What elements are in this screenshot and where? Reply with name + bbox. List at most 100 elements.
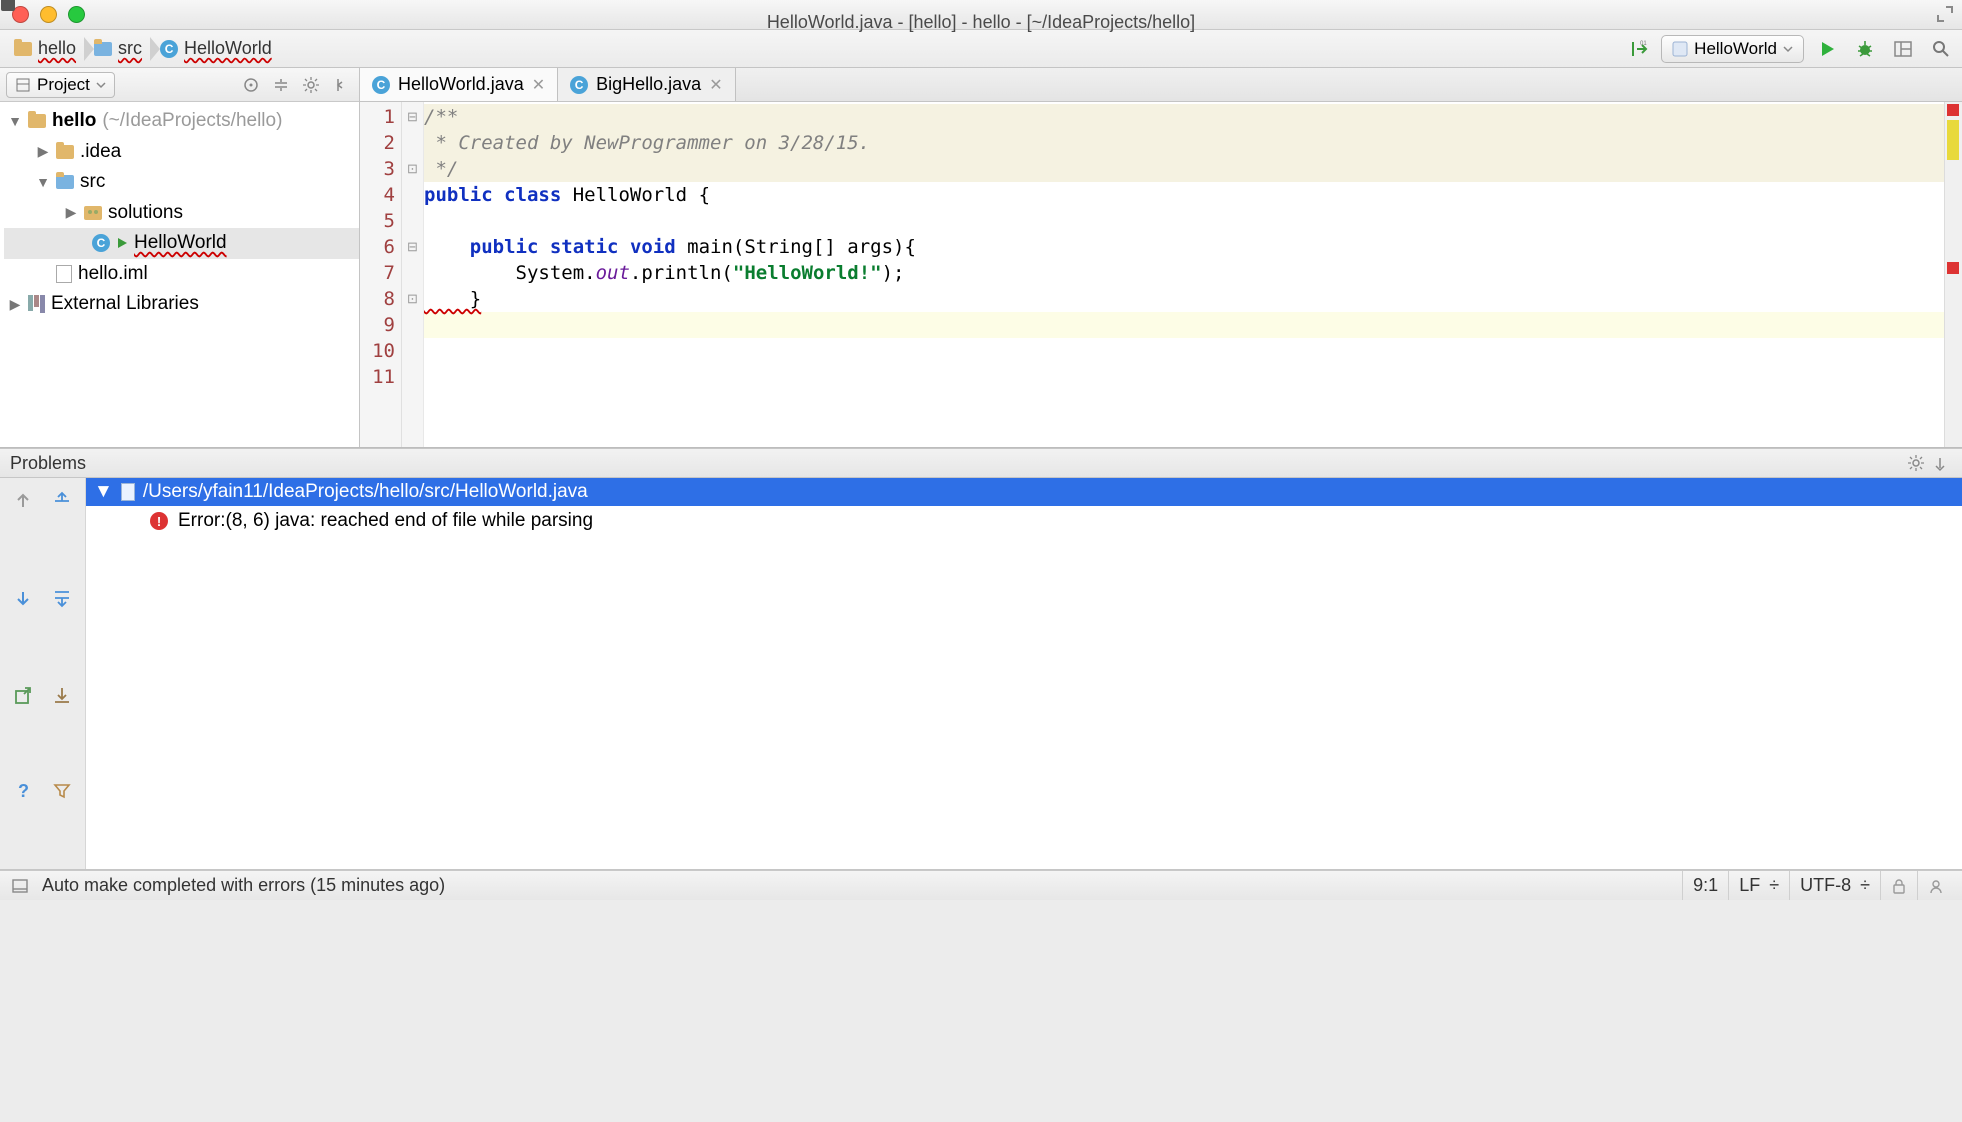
error-icon: ! xyxy=(150,512,168,530)
expand-icon[interactable]: ▶ xyxy=(64,202,78,223)
tree-iml-file[interactable]: ▶ hello.iml xyxy=(4,259,359,290)
window-title: HelloWorld.java - [hello] - hello - [~/I… xyxy=(0,0,1962,33)
help-button[interactable]: ? xyxy=(8,776,38,806)
collapse-down-button[interactable] xyxy=(47,583,77,613)
title-bar: HelloWorld.java - [hello] - hello - [~/I… xyxy=(0,0,1962,30)
close-window-button[interactable] xyxy=(12,6,29,23)
tree-idea-dir[interactable]: ▶ .idea xyxy=(4,137,359,168)
problems-toolbar: ? xyxy=(0,478,86,869)
chevron-down-icon xyxy=(1783,44,1793,54)
problems-error-row[interactable]: ! Error:(8, 6) java: reached end of file… xyxy=(86,506,1962,532)
class-icon: C xyxy=(160,40,178,58)
import-button[interactable] xyxy=(47,680,77,710)
up-button[interactable] xyxy=(8,486,38,516)
settings-gear-button[interactable] xyxy=(1904,451,1928,475)
project-panel: Project ▼ hello (~/IdeaProjects/hello) ▶… xyxy=(0,68,360,447)
problems-tree: ▼ /Users/yfain11/IdeaProjects/hello/src/… xyxy=(86,478,1962,869)
class-icon: C xyxy=(570,76,588,94)
project-tree: ▼ hello (~/IdeaProjects/hello) ▶ .idea ▼… xyxy=(0,102,359,320)
breadcrumb-class[interactable]: C HelloWorld xyxy=(152,34,282,64)
project-view-icon xyxy=(15,77,31,93)
source-folder-icon xyxy=(56,175,74,189)
hector-icon[interactable] xyxy=(1917,871,1954,900)
status-bar: Auto make completed with errors (15 minu… xyxy=(0,870,1962,900)
problems-file-row[interactable]: ▼ /Users/yfain11/IdeaProjects/hello/src/… xyxy=(86,478,1962,506)
tree-solutions-pkg[interactable]: ▶ solutions xyxy=(4,198,359,229)
hide-panel-button[interactable] xyxy=(1928,451,1952,475)
line-number-gutter: 1 2 3 4 5 6 7 8 9 10 11 xyxy=(360,102,402,447)
window-controls xyxy=(0,6,85,23)
expand-icon[interactable]: ▼ xyxy=(8,111,22,132)
runnable-icon xyxy=(116,237,128,249)
tree-root[interactable]: ▼ hello (~/IdeaProjects/hello) xyxy=(4,106,359,137)
error-marker[interactable] xyxy=(1947,104,1959,116)
collapse-all-button[interactable] xyxy=(269,73,293,97)
minimize-window-button[interactable] xyxy=(40,6,57,23)
project-view-selector[interactable]: Project xyxy=(6,72,115,98)
fold-end-icon[interactable]: ⊡ xyxy=(402,286,423,312)
make-project-button[interactable]: 01 xyxy=(1623,35,1653,63)
expand-icon[interactable]: ▶ xyxy=(8,294,22,315)
svg-text:?: ? xyxy=(18,781,29,801)
cursor-position[interactable]: 9:1 xyxy=(1682,871,1728,900)
class-icon: C xyxy=(372,76,390,94)
tree-src-dir[interactable]: ▼ src xyxy=(4,167,359,198)
folder-icon xyxy=(14,42,32,56)
editor-tabs: C HelloWorld.java ✕ C BigHello.java ✕ xyxy=(360,68,1962,102)
status-message: Auto make completed with errors (15 minu… xyxy=(42,875,445,896)
folder-icon xyxy=(94,42,112,56)
error-marker[interactable] xyxy=(1947,262,1959,274)
fold-end-icon[interactable]: ⊡ xyxy=(402,156,423,182)
layout-button[interactable] xyxy=(1888,35,1918,63)
error-stripe xyxy=(1944,102,1962,447)
main-area: Project ▼ hello (~/IdeaProjects/hello) ▶… xyxy=(0,68,1962,448)
debug-button[interactable] xyxy=(1850,35,1880,63)
code-area[interactable]: /** * Created by NewProgrammer on 3/28/1… xyxy=(424,102,1944,447)
expand-icon[interactable]: ▶ xyxy=(36,141,50,162)
tree-hello-class[interactable]: C HelloWorld xyxy=(4,228,359,259)
app-badge-icon xyxy=(1672,41,1688,57)
class-icon: C xyxy=(92,234,110,252)
breadcrumb-root[interactable]: hello xyxy=(6,34,86,64)
tool-windows-button[interactable] xyxy=(8,874,32,898)
iml-file-icon xyxy=(56,265,72,283)
fold-start-icon[interactable]: ⊟ xyxy=(402,234,423,260)
close-tab-icon[interactable]: ✕ xyxy=(532,75,545,95)
fold-start-icon[interactable]: ⊟ xyxy=(402,104,423,130)
run-button[interactable] xyxy=(1812,35,1842,63)
collapse-up-button[interactable] xyxy=(47,486,77,516)
settings-gear-button[interactable] xyxy=(299,73,323,97)
tree-external-libs[interactable]: ▶ External Libraries xyxy=(4,289,359,320)
scroll-to-source-button[interactable] xyxy=(239,73,263,97)
lock-icon[interactable] xyxy=(1880,871,1917,900)
problems-header[interactable]: Problems xyxy=(0,448,1962,478)
editor-body[interactable]: 1 2 3 4 5 6 7 8 9 10 11 ⊟ ⊡ ⊟ ⊡ xyxy=(360,102,1962,447)
expand-icon[interactable]: ▼ xyxy=(36,172,50,193)
expand-icon[interactable]: ▼ xyxy=(94,481,113,503)
tab-helloworld[interactable]: C HelloWorld.java ✕ xyxy=(360,68,558,101)
zoom-window-button[interactable] xyxy=(68,6,85,23)
svg-text:01: 01 xyxy=(1640,41,1647,47)
warning-marker[interactable] xyxy=(1947,120,1959,160)
toolbar: hello src C HelloWorld 01 HelloWorld xyxy=(0,30,1962,68)
module-icon xyxy=(28,114,46,128)
export-button[interactable] xyxy=(8,680,38,710)
breadcrumb-src[interactable]: src xyxy=(86,34,152,64)
libraries-icon xyxy=(28,295,45,313)
breadcrumbs: hello src C HelloWorld xyxy=(6,34,282,64)
project-panel-header: Project xyxy=(0,68,359,102)
line-ending-selector[interactable]: LF ÷ xyxy=(1728,871,1789,900)
package-icon xyxy=(84,206,102,220)
run-config-selector[interactable]: HelloWorld xyxy=(1661,35,1804,63)
problems-panel: ? ▼ /Users/yfain11/IdeaProjects/hello/sr… xyxy=(0,478,1962,870)
close-tab-icon[interactable]: ✕ xyxy=(709,75,722,95)
filter-settings-button[interactable] xyxy=(47,776,77,806)
chevron-down-icon xyxy=(96,80,106,90)
tab-bighello[interactable]: C BigHello.java ✕ xyxy=(558,68,735,101)
search-everywhere-button[interactable] xyxy=(1926,35,1956,63)
hide-panel-button[interactable] xyxy=(329,73,353,97)
encoding-selector[interactable]: UTF-8 ÷ xyxy=(1789,871,1880,900)
fullscreen-icon[interactable] xyxy=(1936,5,1954,23)
down-button[interactable] xyxy=(8,583,38,613)
folder-icon xyxy=(56,145,74,159)
